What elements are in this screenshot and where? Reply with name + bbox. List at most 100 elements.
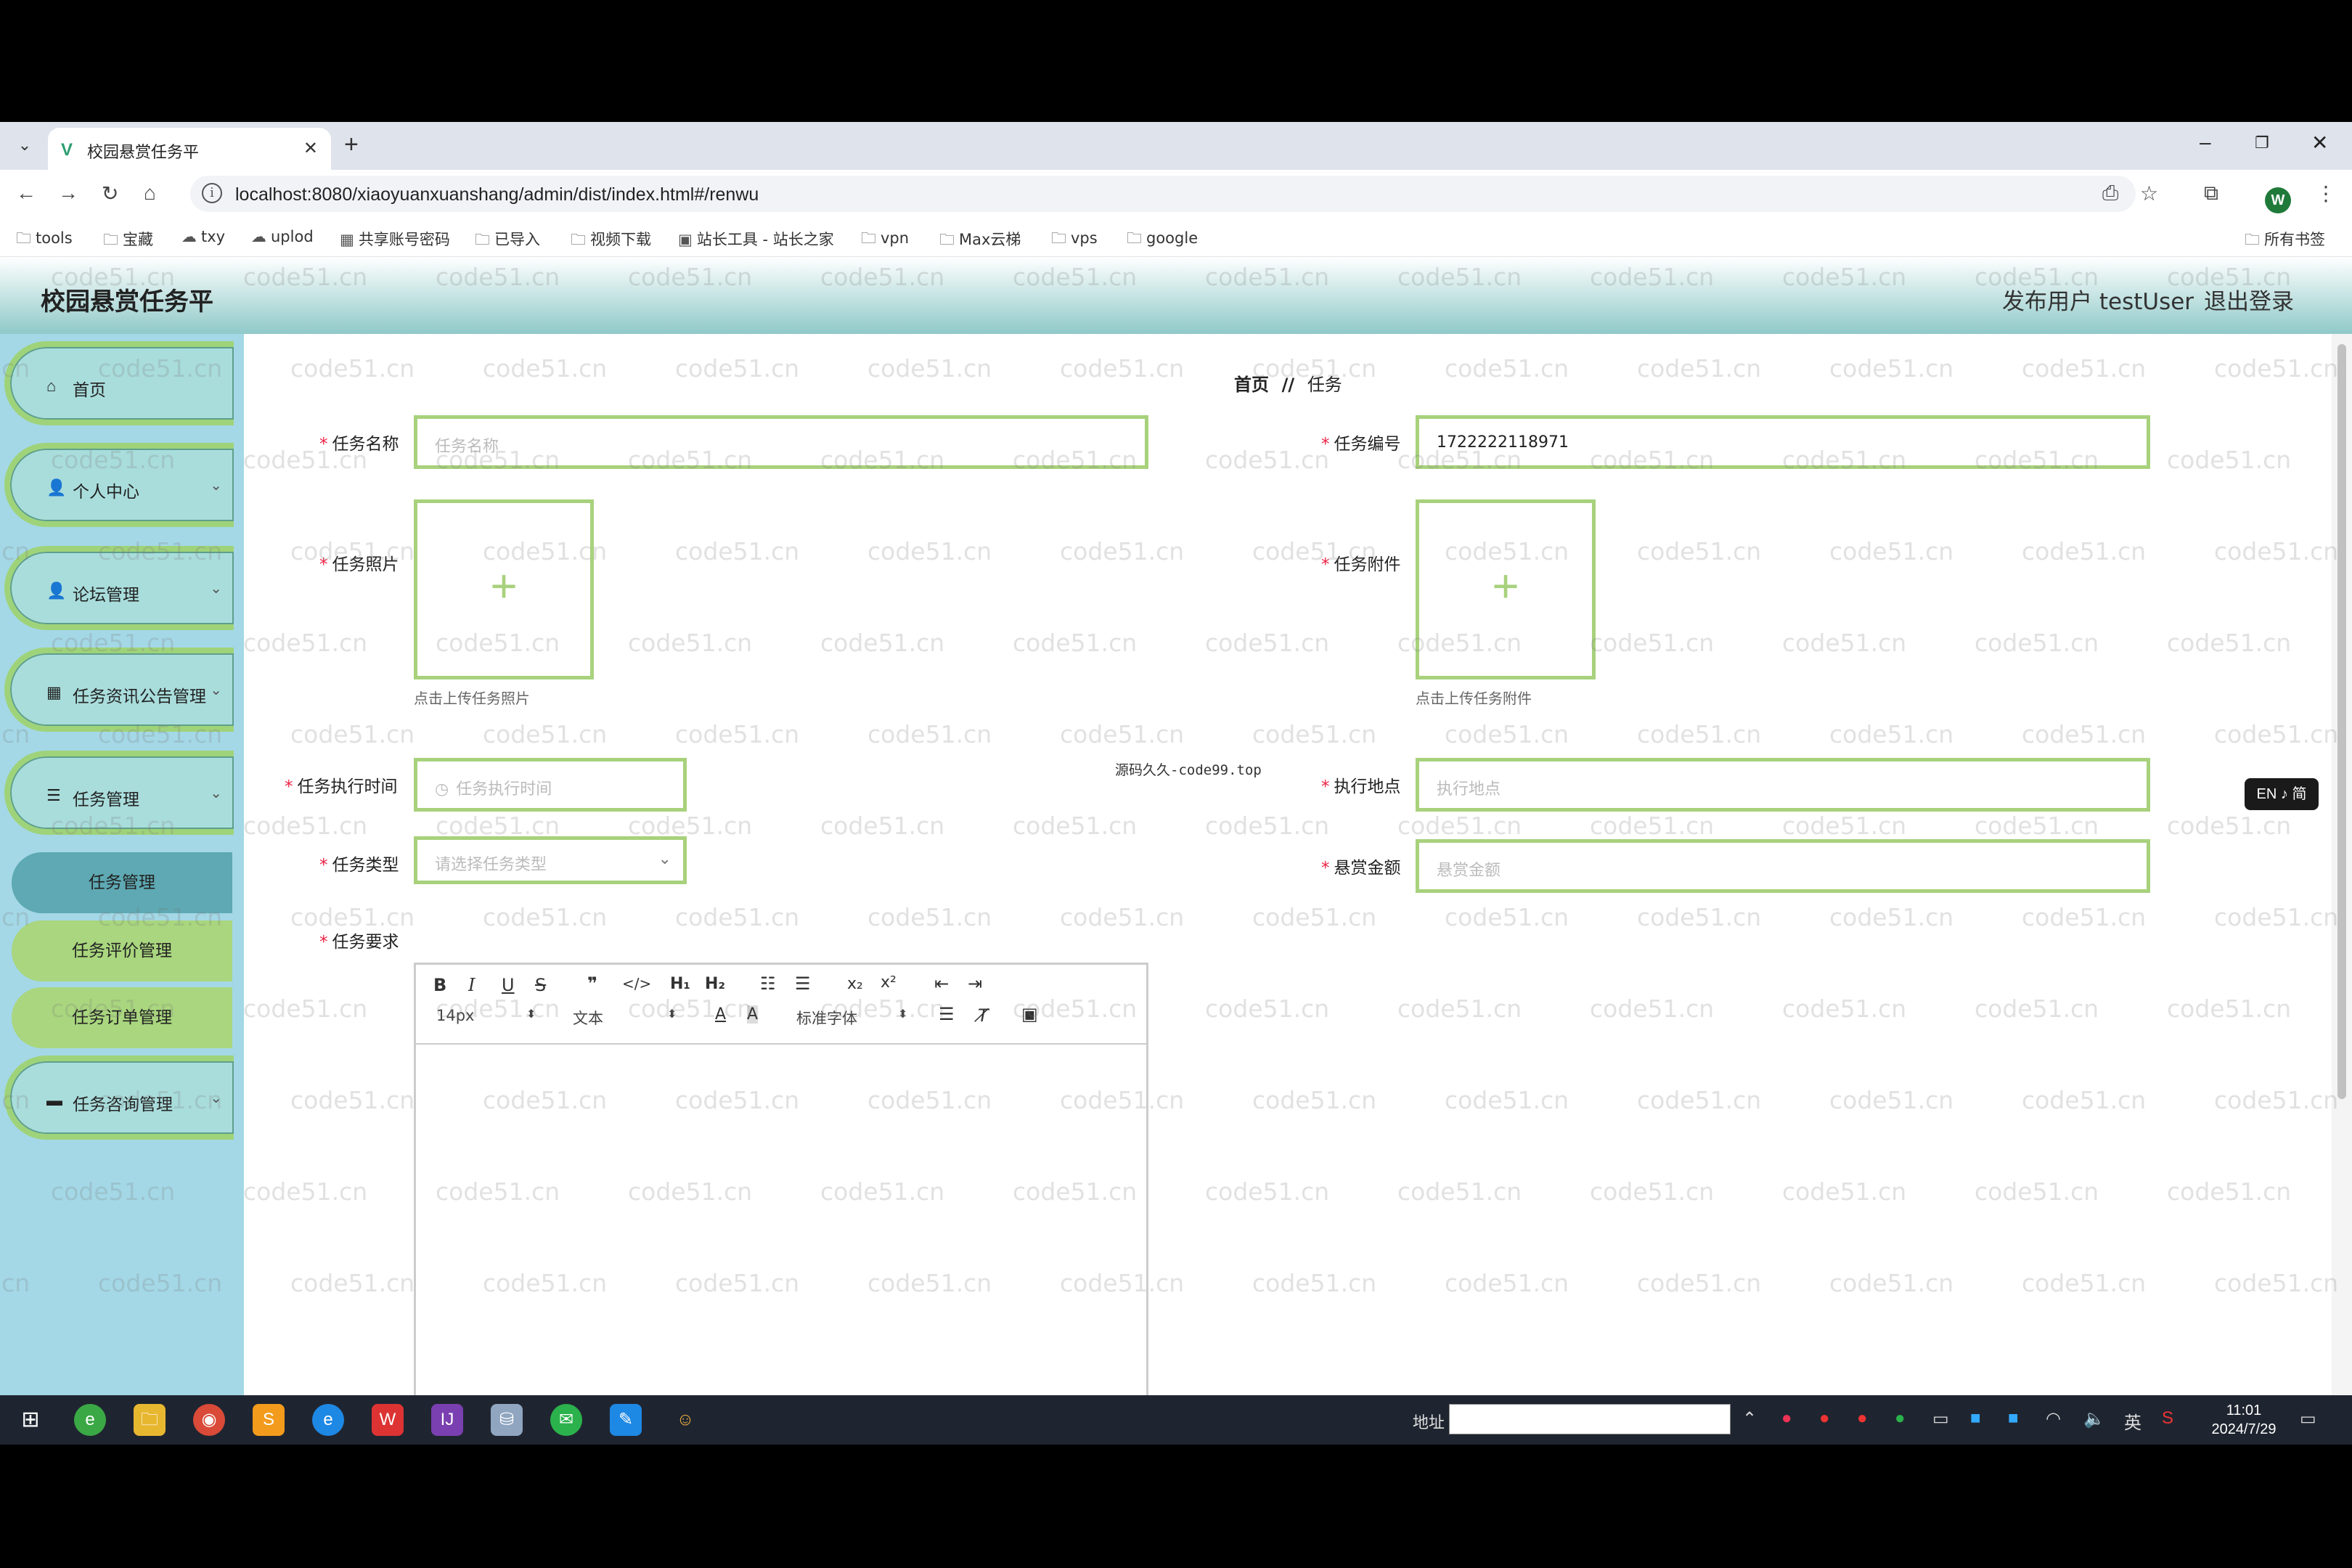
back-icon[interactable]: ← xyxy=(16,181,36,205)
sidebar-item-home[interactable]: ⌂ 首页 xyxy=(4,341,234,425)
bullet-list-icon[interactable]: ☰ xyxy=(795,973,811,994)
ordered-list-icon[interactable]: ☷ xyxy=(760,973,776,994)
notification-icon[interactable]: ▭ xyxy=(2300,1408,2316,1429)
italic-icon[interactable]: I xyxy=(468,975,475,995)
language-toggle[interactable]: EN ♪ 简 xyxy=(2245,778,2319,810)
location-input[interactable]: 执行地点 xyxy=(1416,758,2150,812)
bookmark-item[interactable]: 🗀 视频下载 xyxy=(571,228,651,255)
h1-icon[interactable]: H₁ xyxy=(670,975,690,993)
sidebar-item-news[interactable]: ▦ 任务资讯公告管理 ⌄ xyxy=(4,648,234,732)
bookmark-item[interactable]: ▦ 共享账号密码 xyxy=(340,228,450,250)
align-icon[interactable]: ☰ xyxy=(939,1004,955,1024)
tray-drive-icon[interactable]: ▭ xyxy=(1932,1408,1949,1429)
bookmark-item[interactable]: 🗀 tools xyxy=(16,228,73,253)
exec-time-picker[interactable]: ◷ 任务执行时间 xyxy=(414,758,687,812)
task-no-input[interactable]: 1722222118971 xyxy=(1416,415,2150,469)
submenu-task-review[interactable]: 任务评价管理 xyxy=(12,920,232,981)
new-tab-icon[interactable]: + xyxy=(344,131,359,159)
site-info-icon[interactable]: i xyxy=(202,183,222,203)
cat-app-icon[interactable]: ☺ xyxy=(669,1404,701,1436)
font-color-icon[interactable]: A xyxy=(715,1005,726,1024)
scrollbar-thumb[interactable] xyxy=(2337,344,2346,1099)
superscript-icon[interactable]: x² xyxy=(881,973,897,992)
browser-tab[interactable]: V 校园悬赏任务平 ✕ xyxy=(48,128,331,170)
home-browser-icon[interactable]: ⌂ xyxy=(144,181,156,205)
text-style-select[interactable]: 文本 ⬍ xyxy=(573,1007,689,1029)
tray-app-icon[interactable]: ■ xyxy=(2008,1408,2019,1429)
submenu-task-order[interactable]: 任务订单管理 xyxy=(12,987,232,1048)
rich-text-editor[interactable]: B I U S ❞ </> H₁ H₂ ☷ ☰ x₂ x² ⇤ ⇥ 14px ⬍ … xyxy=(414,963,1148,1445)
forward-icon[interactable]: → xyxy=(58,181,78,205)
bookmark-item[interactable]: ▣ 站长工具 - 站长之家 xyxy=(678,228,834,250)
font-family-select[interactable]: 标准字体 ⬍ xyxy=(796,1007,920,1029)
navicat-icon[interactable]: ⛁ xyxy=(491,1404,523,1436)
task-photo-upload[interactable]: + xyxy=(414,499,594,679)
chrome-icon[interactable]: ◉ xyxy=(193,1404,225,1436)
wps-icon[interactable]: W xyxy=(372,1404,404,1436)
wifi-icon[interactable]: ◠ xyxy=(2046,1408,2061,1429)
volume-icon[interactable]: 🔈 xyxy=(2083,1408,2105,1429)
sidebar-item-forum[interactable]: 👤 论坛管理 ⌄ xyxy=(4,546,234,630)
tray-app-icon[interactable]: ■ xyxy=(1970,1408,1981,1429)
sidebar-item-personal[interactable]: 👤 个人中心 ⌄ xyxy=(4,443,234,527)
system-clock[interactable]: 11:01 2024/7/29 xyxy=(2204,1401,2284,1439)
bookmark-item[interactable]: 🗀 宝藏 xyxy=(103,228,153,255)
submenu-task-management[interactable]: 任务管理 xyxy=(12,852,232,913)
strike-icon[interactable]: S xyxy=(535,975,546,995)
restore-icon[interactable]: ❐ xyxy=(2255,134,2269,152)
sogou-icon[interactable]: S xyxy=(2162,1408,2173,1429)
sublime-icon[interactable]: S xyxy=(253,1404,285,1436)
extensions-icon[interactable]: ⧉ xyxy=(2204,181,2218,205)
bold-icon[interactable]: B xyxy=(433,975,446,995)
tray-wechat-icon[interactable]: ● xyxy=(1895,1408,1906,1429)
task-name-input[interactable]: 任务名称 xyxy=(414,415,1148,469)
file-explorer-icon[interactable]: 🗀 xyxy=(134,1404,166,1436)
notepad-icon[interactable]: ✎ xyxy=(610,1404,642,1436)
background-color-icon[interactable]: A xyxy=(747,1005,759,1024)
subscript-icon[interactable]: x₂ xyxy=(847,975,863,993)
bookmark-item[interactable]: 🗀 vpn xyxy=(861,228,909,253)
task-attach-upload[interactable]: + xyxy=(1416,499,1596,679)
task-type-select[interactable]: 请选择任务类型 ⌄ xyxy=(414,836,687,884)
menu-kebab-icon[interactable]: ⋮ xyxy=(2316,181,2336,205)
logout-button[interactable]: 退出登录 xyxy=(2204,283,2294,316)
code-icon[interactable]: </> xyxy=(622,975,651,992)
bookmark-item[interactable]: ☁ uplod xyxy=(251,228,314,245)
bookmark-item[interactable]: 🗀 Max云梯 xyxy=(939,228,1021,255)
wechat-icon[interactable]: ✉ xyxy=(550,1404,582,1436)
page-scrollbar[interactable] xyxy=(2332,334,2352,1445)
profile-avatar[interactable]: W xyxy=(2265,187,2291,213)
ime-indicator[interactable]: 英 xyxy=(2124,1408,2141,1434)
address-toolbar-input[interactable] xyxy=(1449,1404,1731,1434)
browser-360-icon[interactable]: e xyxy=(74,1404,106,1436)
window-close-icon[interactable]: ✕ xyxy=(2311,131,2328,155)
quote-icon[interactable]: ❞ xyxy=(587,973,597,994)
breadcrumb-home[interactable]: 首页 xyxy=(1234,375,1269,395)
reward-input[interactable]: 悬赏金额 xyxy=(1416,839,2150,893)
underline-icon[interactable]: U xyxy=(502,975,515,995)
clear-format-icon[interactable]: T̸ xyxy=(978,1005,989,1026)
bookmark-item[interactable]: 🗀 vps xyxy=(1051,228,1098,253)
tray-qq-icon[interactable]: ● xyxy=(1857,1408,1868,1429)
font-size-select[interactable]: 14px ⬍ xyxy=(436,1007,545,1024)
outdent-icon[interactable]: ⇤ xyxy=(934,973,949,994)
image-icon[interactable]: ▣ xyxy=(1021,1004,1038,1024)
tab-close-icon[interactable]: ✕ xyxy=(303,138,318,159)
bookmark-star-icon[interactable]: ☆ xyxy=(2140,181,2158,205)
intellij-icon[interactable]: IJ xyxy=(431,1404,463,1436)
tray-app-icon[interactable]: ● xyxy=(1781,1408,1792,1429)
tab-list-chevron-icon[interactable]: ⌄ xyxy=(12,132,38,158)
minimize-icon[interactable]: – xyxy=(2200,131,2211,154)
bookmark-item[interactable]: ☁ txy xyxy=(181,228,225,245)
edge-icon[interactable]: e xyxy=(312,1404,344,1436)
windows-start-icon[interactable]: ⊞ xyxy=(15,1404,46,1436)
bookmark-item[interactable]: 🗀 google xyxy=(1127,228,1198,253)
sidebar-item-consult[interactable]: ▬ 任务咨询管理 ⌄ xyxy=(4,1055,234,1140)
screenshot-icon[interactable]: ⎙ xyxy=(2102,181,2118,205)
url-bar[interactable]: i localhost:8080/xiaoyuanxuanshang/admin… xyxy=(190,176,2136,212)
h2-icon[interactable]: H₂ xyxy=(705,975,725,993)
bookmark-item[interactable]: 🗀 已导入 xyxy=(475,228,540,255)
reload-icon[interactable]: ↻ xyxy=(102,181,118,205)
sidebar-item-task[interactable]: ☰ 任务管理 ⌄ xyxy=(4,751,234,835)
indent-icon[interactable]: ⇥ xyxy=(968,973,982,994)
